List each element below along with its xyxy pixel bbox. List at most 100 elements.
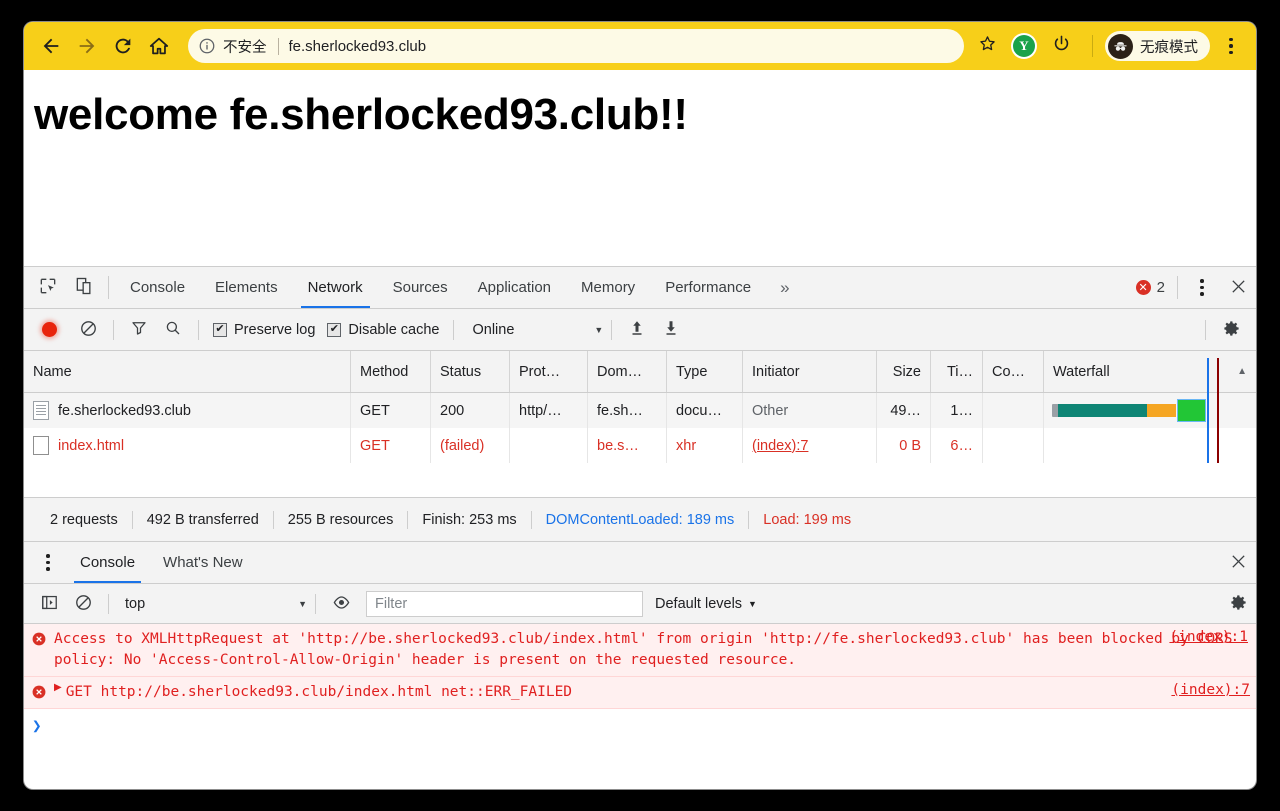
search-button[interactable] xyxy=(156,313,190,347)
devtools-panel: Console Elements Network Sources Applica… xyxy=(24,267,1256,742)
sort-ascending-icon: ▲ xyxy=(1237,366,1247,377)
import-har-button[interactable] xyxy=(620,313,654,347)
console-message-error[interactable]: ▶ GET http://be.sherlocked93.club/index.… xyxy=(24,677,1256,709)
forward-button[interactable] xyxy=(70,29,104,63)
log-levels-dropdown[interactable]: Default levels ▼ xyxy=(655,596,757,612)
kebab-menu-icon xyxy=(1200,279,1204,296)
address-bar[interactable]: 不安全 fe.sherlocked93.club xyxy=(188,29,964,63)
log-levels-label: Default levels xyxy=(655,595,743,612)
tab-application[interactable]: Application xyxy=(463,267,566,308)
url-text[interactable]: fe.sherlocked93.club xyxy=(289,38,427,55)
tab-sources[interactable]: Sources xyxy=(378,267,463,308)
preserve-log-checkbox[interactable]: ✔ Preserve log xyxy=(207,322,321,338)
record-button[interactable] xyxy=(42,322,57,337)
browser-toolbar: 不安全 fe.sherlocked93.club Y 无痕模式 xyxy=(24,22,1256,70)
device-toolbar-button[interactable] xyxy=(66,267,102,308)
filter-button[interactable] xyxy=(122,313,156,347)
power-icon xyxy=(1052,34,1071,58)
reload-button[interactable] xyxy=(106,29,140,63)
throttling-dropdown[interactable]: Online ▼ xyxy=(462,322,603,338)
cell-protocol: http/… xyxy=(510,393,588,428)
devtools-close-button[interactable] xyxy=(1220,267,1256,308)
clear-network-button[interactable] xyxy=(71,313,105,347)
extension-icon: Y xyxy=(1013,35,1035,57)
tab-memory[interactable]: Memory xyxy=(566,267,650,308)
initiator-link[interactable]: (index):7 xyxy=(752,438,808,454)
cell-domain: fe.sh… xyxy=(588,393,667,428)
filter-icon xyxy=(130,319,148,340)
live-expression-button[interactable] xyxy=(324,587,358,621)
cell-connection xyxy=(983,428,1044,463)
prompt-caret-icon: ❯ xyxy=(32,716,42,735)
chevron-double-right-icon: » xyxy=(780,277,790,297)
table-header-row: Name Method Status Prot… Dom… Type Initi… xyxy=(24,351,1256,393)
bookmark-button[interactable] xyxy=(970,29,1004,63)
cell-status: 200 xyxy=(431,393,510,428)
execution-context-dropdown[interactable]: top ▼ xyxy=(117,596,307,612)
drawer-menu-button[interactable] xyxy=(30,542,66,583)
checkbox-checked-icon: ✔ xyxy=(327,322,342,337)
network-settings-button[interactable] xyxy=(1214,313,1248,347)
column-header-type[interactable]: Type xyxy=(667,351,743,392)
home-button[interactable] xyxy=(142,29,176,63)
cell-size: 0 B xyxy=(877,428,931,463)
error-circle-icon xyxy=(32,632,46,671)
column-header-time[interactable]: Ti… xyxy=(931,351,983,392)
column-header-size[interactable]: Size xyxy=(877,351,931,392)
inspect-element-button[interactable] xyxy=(30,267,66,308)
drawer-close-button[interactable] xyxy=(1220,542,1256,583)
column-header-status[interactable]: Status xyxy=(431,351,510,392)
tab-network[interactable]: Network xyxy=(293,267,378,308)
browser-menu-button[interactable] xyxy=(1218,31,1244,61)
column-header-waterfall[interactable]: Waterfall ▲ xyxy=(1044,351,1256,392)
cell-time: 1… xyxy=(931,393,983,428)
column-header-method[interactable]: Method xyxy=(351,351,431,392)
disable-cache-checkbox[interactable]: ✔ Disable cache xyxy=(321,322,445,338)
tabbar-divider xyxy=(108,276,109,299)
table-row[interactable]: index.html GET (failed) be.s… xhr (index… xyxy=(24,428,1256,463)
document-icon xyxy=(33,401,49,420)
cell-name[interactable]: fe.sherlocked93.club xyxy=(24,393,351,428)
expand-triangle-icon[interactable]: ▶ xyxy=(54,682,62,703)
drawer-tab-console[interactable]: Console xyxy=(66,542,149,583)
info-circle-icon[interactable] xyxy=(198,37,216,55)
console-error-text: GET http://be.sherlocked93.club/index.ht… xyxy=(65,684,573,700)
back-button[interactable] xyxy=(34,29,68,63)
console-prompt[interactable]: ❯ xyxy=(24,709,1256,742)
console-settings-button[interactable] xyxy=(1229,593,1248,615)
cell-initiator[interactable]: (index):7 xyxy=(743,428,877,463)
error-circle-icon: ✕ xyxy=(1135,280,1151,295)
column-header-domain[interactable]: Dom… xyxy=(588,351,667,392)
error-count-badge[interactable]: ✕ 2 xyxy=(1135,267,1171,308)
console-source-link[interactable]: (index):7 xyxy=(1171,682,1250,703)
column-header-protocol[interactable]: Prot… xyxy=(510,351,588,392)
table-row[interactable]: fe.sherlocked93.club GET 200 http/… fe.s… xyxy=(24,393,1256,428)
more-tabs-button[interactable]: » xyxy=(766,267,803,308)
extension-button[interactable]: Y xyxy=(1011,33,1037,59)
power-button[interactable] xyxy=(1046,31,1076,61)
devtools-menu-button[interactable] xyxy=(1184,267,1220,308)
console-source-link[interactable]: (index):1 xyxy=(1169,629,1248,645)
console-filter-input[interactable]: Filter xyxy=(366,590,643,617)
summary-resources: 255 B resources xyxy=(287,511,394,528)
column-header-name[interactable]: Name xyxy=(24,351,351,392)
drawer-tab-whats-new[interactable]: What's New xyxy=(149,542,257,583)
cell-type: docu… xyxy=(667,393,743,428)
upload-har-icon xyxy=(628,319,646,340)
omnibox-divider xyxy=(277,37,279,55)
drawer-spacer xyxy=(257,542,1220,583)
console-message-error[interactable]: Access to XMLHttpRequest at 'http://be.s… xyxy=(24,624,1256,677)
incognito-indicator[interactable]: 无痕模式 xyxy=(1105,31,1210,61)
tab-elements[interactable]: Elements xyxy=(200,267,293,308)
clear-console-button[interactable] xyxy=(66,587,100,621)
export-har-button[interactable] xyxy=(654,313,688,347)
cell-name[interactable]: index.html xyxy=(24,428,351,463)
tab-console[interactable]: Console xyxy=(115,267,200,308)
gear-icon xyxy=(1222,319,1241,341)
column-header-initiator[interactable]: Initiator xyxy=(743,351,877,392)
toolbar-divider xyxy=(108,593,109,614)
column-header-connection[interactable]: Co… xyxy=(983,351,1044,392)
console-sidebar-button[interactable] xyxy=(32,587,66,621)
chevron-down-icon: ▼ xyxy=(594,324,604,335)
tab-performance[interactable]: Performance xyxy=(650,267,766,308)
